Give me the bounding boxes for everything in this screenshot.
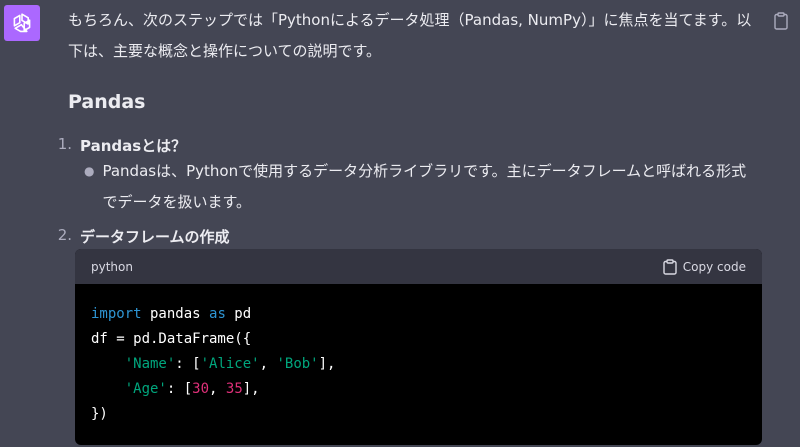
code-token: 'Age' bbox=[124, 381, 167, 397]
code-token: , bbox=[209, 381, 226, 397]
code-token: 35 bbox=[225, 381, 243, 397]
code-token: : [ bbox=[175, 356, 201, 372]
code-line: df = pd.DataFrame({ bbox=[91, 331, 252, 347]
code-token: ], bbox=[242, 381, 260, 397]
code-token: 'Bob' bbox=[276, 356, 319, 372]
clipboard-icon bbox=[774, 12, 788, 30]
code-line: 'Name': ['Alice', 'Bob'], bbox=[91, 352, 746, 377]
code-token: 'Name' bbox=[124, 356, 176, 372]
copy-message-button[interactable] bbox=[772, 10, 790, 32]
code-token: pd bbox=[225, 306, 252, 322]
copy-code-button[interactable]: Copy code bbox=[663, 258, 746, 275]
code-token: 30 bbox=[192, 381, 210, 397]
bullet-dot: ● bbox=[84, 164, 95, 178]
list-title: Pandasとは？ bbox=[80, 137, 187, 155]
list-number: 1. bbox=[57, 135, 72, 153]
code-token: pandas bbox=[141, 306, 210, 322]
openai-logo-icon bbox=[13, 13, 31, 33]
code-language-label: python bbox=[91, 259, 133, 274]
code-token: 'Alice' bbox=[200, 356, 260, 372]
list-item-2: 2. データフレームの作成 bbox=[52, 226, 230, 247]
intro-paragraph: もちろん、次のステップでは「Pythonによるデータ処理（Pandas, Num… bbox=[68, 11, 752, 60]
code-token: ], bbox=[318, 356, 336, 372]
code-header: python Copy code bbox=[75, 249, 762, 284]
code-token: import bbox=[91, 306, 142, 322]
clipboard-icon bbox=[663, 258, 677, 275]
list-number: 2. bbox=[57, 226, 72, 244]
copy-code-label: Copy code bbox=[682, 259, 746, 274]
assistant-message: もちろん、次のステップでは「Pythonによるデータ処理（Pandas, Num… bbox=[58, 0, 758, 246]
code-content: import pandas as pd df = pd.DataFrame({ '… bbox=[75, 284, 762, 427]
bullet-text: Pandasは、Pythonで使用するデータ分析ライブラリです。主にデータフレー… bbox=[102, 162, 747, 211]
code-line: import pandas as pd bbox=[91, 302, 746, 327]
list-title: データフレームの作成 bbox=[80, 228, 230, 246]
code-token: as bbox=[209, 306, 226, 322]
code-line: }) bbox=[91, 406, 108, 422]
list-item-1: 1. Pandasとは？ bbox=[52, 135, 187, 156]
code-block: python Copy code import pandas as pd df =… bbox=[75, 249, 762, 445]
assistant-avatar bbox=[4, 5, 40, 41]
code-line: 'Age': [30, 35], bbox=[91, 377, 746, 402]
section-heading: Pandas bbox=[68, 91, 146, 113]
code-token: : [ bbox=[166, 381, 193, 397]
code-token: , bbox=[259, 356, 277, 372]
bullet-item: ● Pandasは、Pythonで使用するデータ分析ライブラリです。主にデータフ… bbox=[84, 156, 754, 218]
